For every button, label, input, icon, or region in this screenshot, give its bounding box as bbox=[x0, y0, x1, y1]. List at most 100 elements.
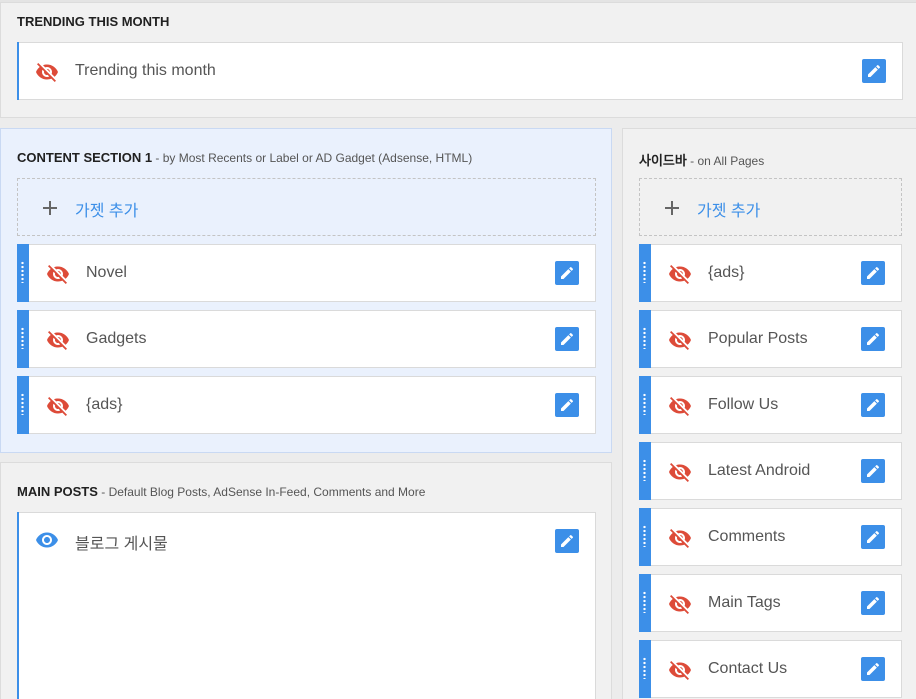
drag-handle[interactable] bbox=[17, 244, 29, 302]
pencil-icon bbox=[865, 463, 881, 479]
section-subtitle: - Default Blog Posts, AdSense In-Feed, C… bbox=[97, 485, 426, 499]
widget-comments[interactable]: Comments bbox=[639, 508, 902, 566]
pencil-icon bbox=[865, 397, 881, 413]
eye-off-icon[interactable] bbox=[668, 526, 692, 550]
drag-handle[interactable] bbox=[639, 310, 651, 368]
section-title-text: TRENDING THIS MONTH bbox=[17, 14, 170, 29]
section-subtitle: - on All Pages bbox=[686, 154, 765, 168]
widget-blog-posts[interactable]: 블로그 게시물 bbox=[17, 512, 596, 699]
widget-label: Comments bbox=[708, 528, 786, 545]
drag-handle[interactable] bbox=[639, 574, 651, 632]
widget-label: {ads} bbox=[86, 396, 123, 413]
widget-label: Main Tags bbox=[708, 594, 781, 611]
pencil-icon bbox=[559, 533, 575, 549]
pencil-icon bbox=[559, 397, 575, 413]
section-sidebar: 사이드바 - on All Pages 가젯 추가 {ads} Popular … bbox=[622, 128, 916, 699]
widget-label: Contact Us bbox=[708, 660, 788, 677]
eye-off-icon[interactable] bbox=[46, 328, 70, 352]
pencil-icon bbox=[559, 331, 575, 347]
widget-edge bbox=[17, 512, 19, 699]
section-title: TRENDING THIS MONTH bbox=[17, 14, 169, 29]
edit-button[interactable] bbox=[862, 59, 886, 83]
pencil-icon bbox=[865, 529, 881, 545]
widget-follow-us[interactable]: Follow Us bbox=[639, 376, 902, 434]
edit-button[interactable] bbox=[861, 591, 885, 615]
drag-handle[interactable] bbox=[639, 508, 651, 566]
section-title: 사이드바 - on All Pages bbox=[639, 150, 764, 169]
widget-sidebar-ads[interactable]: {ads} bbox=[639, 244, 902, 302]
edit-button[interactable] bbox=[861, 657, 885, 681]
drag-dots-icon bbox=[643, 657, 646, 679]
widget-edge bbox=[17, 42, 19, 100]
eye-off-icon[interactable] bbox=[668, 262, 692, 286]
widget-label: Follow Us bbox=[708, 396, 779, 413]
add-gadget-button[interactable]: 가젯 추가 bbox=[17, 178, 596, 236]
widget-novel[interactable]: Novel bbox=[17, 244, 596, 302]
plus-icon bbox=[660, 196, 684, 220]
pencil-icon bbox=[865, 331, 881, 347]
drag-handle[interactable] bbox=[639, 442, 651, 500]
pencil-icon bbox=[559, 265, 575, 281]
section-title-text: CONTENT SECTION 1 bbox=[17, 150, 153, 165]
eye-off-icon[interactable] bbox=[668, 460, 692, 484]
widget-label: Gadgets bbox=[86, 330, 147, 347]
eye-off-icon[interactable] bbox=[668, 328, 692, 352]
widget-contact-us[interactable]: Contact Us bbox=[639, 640, 902, 698]
edit-button[interactable] bbox=[555, 529, 579, 553]
drag-dots-icon bbox=[21, 327, 24, 349]
pencil-icon bbox=[865, 595, 881, 611]
section-title: CONTENT SECTION 1 - by Most Recents or L… bbox=[17, 150, 472, 165]
section-subtitle: - by Most Recents or Label or AD Gadget … bbox=[152, 151, 473, 165]
drag-dots-icon bbox=[643, 327, 646, 349]
eye-off-icon[interactable] bbox=[668, 592, 692, 616]
widget-label: Popular Posts bbox=[708, 330, 808, 347]
section-title-text: MAIN POSTS bbox=[17, 484, 98, 499]
eye-icon[interactable] bbox=[35, 528, 59, 552]
section-title: MAIN POSTS - Default Blog Posts, AdSense… bbox=[17, 484, 425, 499]
section-title-text: 사이드바 bbox=[639, 153, 687, 168]
eye-off-icon[interactable] bbox=[668, 658, 692, 682]
drag-dots-icon bbox=[643, 591, 646, 613]
edit-button[interactable] bbox=[555, 393, 579, 417]
edit-button[interactable] bbox=[555, 327, 579, 351]
drag-dots-icon bbox=[21, 393, 24, 415]
eye-off-icon[interactable] bbox=[46, 394, 70, 418]
widget-gadgets[interactable]: Gadgets bbox=[17, 310, 596, 368]
widget-label: Novel bbox=[86, 264, 127, 281]
widget-trending[interactable]: Trending this month bbox=[17, 42, 903, 100]
plus-icon bbox=[38, 196, 62, 220]
drag-dots-icon bbox=[643, 525, 646, 547]
edit-button[interactable] bbox=[861, 327, 885, 351]
section-main-posts: MAIN POSTS - Default Blog Posts, AdSense… bbox=[0, 462, 612, 699]
drag-dots-icon bbox=[643, 393, 646, 415]
drag-handle[interactable] bbox=[639, 376, 651, 434]
pencil-icon bbox=[865, 661, 881, 677]
widget-latest-android[interactable]: Latest Android bbox=[639, 442, 902, 500]
add-gadget-button[interactable]: 가젯 추가 bbox=[639, 178, 902, 236]
edit-button[interactable] bbox=[861, 459, 885, 483]
edit-button[interactable] bbox=[861, 525, 885, 549]
edit-button[interactable] bbox=[861, 393, 885, 417]
add-gadget-label: 가젯 추가 bbox=[697, 203, 761, 220]
widget-label: {ads} bbox=[708, 264, 745, 281]
widget-label: Trending this month bbox=[75, 62, 216, 79]
section-content-1: CONTENT SECTION 1 - by Most Recents or L… bbox=[0, 128, 612, 453]
drag-handle[interactable] bbox=[17, 310, 29, 368]
widget-label: 블로그 게시물 bbox=[75, 536, 168, 553]
drag-dots-icon bbox=[643, 459, 646, 481]
drag-handle[interactable] bbox=[639, 244, 651, 302]
add-gadget-label: 가젯 추가 bbox=[75, 203, 139, 220]
drag-handle[interactable] bbox=[639, 640, 651, 698]
eye-off-icon[interactable] bbox=[35, 60, 59, 84]
edit-button[interactable] bbox=[861, 261, 885, 285]
widget-ads[interactable]: {ads} bbox=[17, 376, 596, 434]
drag-dots-icon bbox=[21, 261, 24, 283]
edit-button[interactable] bbox=[555, 261, 579, 285]
eye-off-icon[interactable] bbox=[668, 394, 692, 418]
widget-main-tags[interactable]: Main Tags bbox=[639, 574, 902, 632]
widget-popular-posts[interactable]: Popular Posts bbox=[639, 310, 902, 368]
widget-label: Latest Android bbox=[708, 462, 811, 479]
drag-handle[interactable] bbox=[17, 376, 29, 434]
drag-dots-icon bbox=[643, 261, 646, 283]
eye-off-icon[interactable] bbox=[46, 262, 70, 286]
